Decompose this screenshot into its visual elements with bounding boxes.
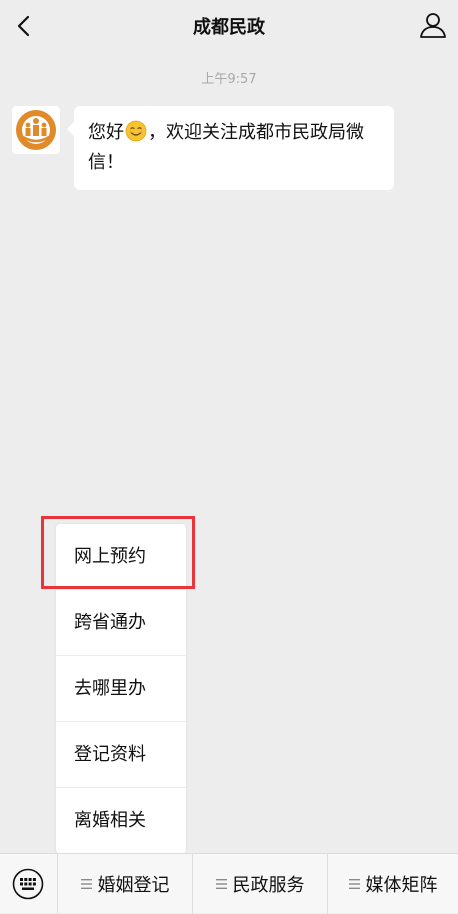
- message-text: 您好: [88, 122, 124, 143]
- menu-button-label: 婚姻登记: [97, 875, 170, 896]
- menu-button-media-matrix[interactable]: 媒体矩阵: [328, 854, 458, 914]
- submenu-popup: 网上预约 跨省通办 去哪里办 登记资料 离婚相关: [56, 524, 186, 854]
- submenu-item-cross-province[interactable]: 跨省通办: [56, 590, 186, 656]
- avatar[interactable]: [12, 106, 60, 154]
- page-title: 成都民政: [193, 17, 265, 38]
- person-icon[interactable]: [418, 10, 448, 40]
- keyboard-icon[interactable]: [12, 868, 44, 900]
- navigation-bar: 成都民政: [0, 0, 458, 52]
- menu-lines-icon: [80, 879, 92, 889]
- menu-lines-icon: [348, 879, 360, 889]
- menu-button-label: 民政服务: [232, 875, 305, 896]
- civil-affairs-logo: [16, 110, 56, 150]
- submenu-item-divorce[interactable]: 离婚相关: [56, 788, 186, 854]
- submenu-item-online-appointment[interactable]: 网上预约: [56, 524, 186, 590]
- menu-button-civil-services[interactable]: 民政服务: [193, 854, 327, 914]
- bottom-menu-bar: 婚姻登记 民政服务 媒体矩阵: [0, 853, 458, 914]
- message-bubble: 您好 ，欢迎关注成都市民政局微信！: [67, 106, 394, 190]
- menu-button-label: 媒体矩阵: [365, 875, 438, 896]
- menu-lines-icon: [215, 879, 227, 889]
- smile-emoji-icon: [125, 120, 147, 142]
- message-timestamp: 上午9:57: [201, 72, 257, 87]
- submenu-item-where-to-go[interactable]: 去哪里办: [56, 656, 186, 722]
- submenu-item-registration-materials[interactable]: 登记资料: [56, 722, 186, 788]
- menu-button-marriage-registration[interactable]: 婚姻登记: [58, 854, 192, 914]
